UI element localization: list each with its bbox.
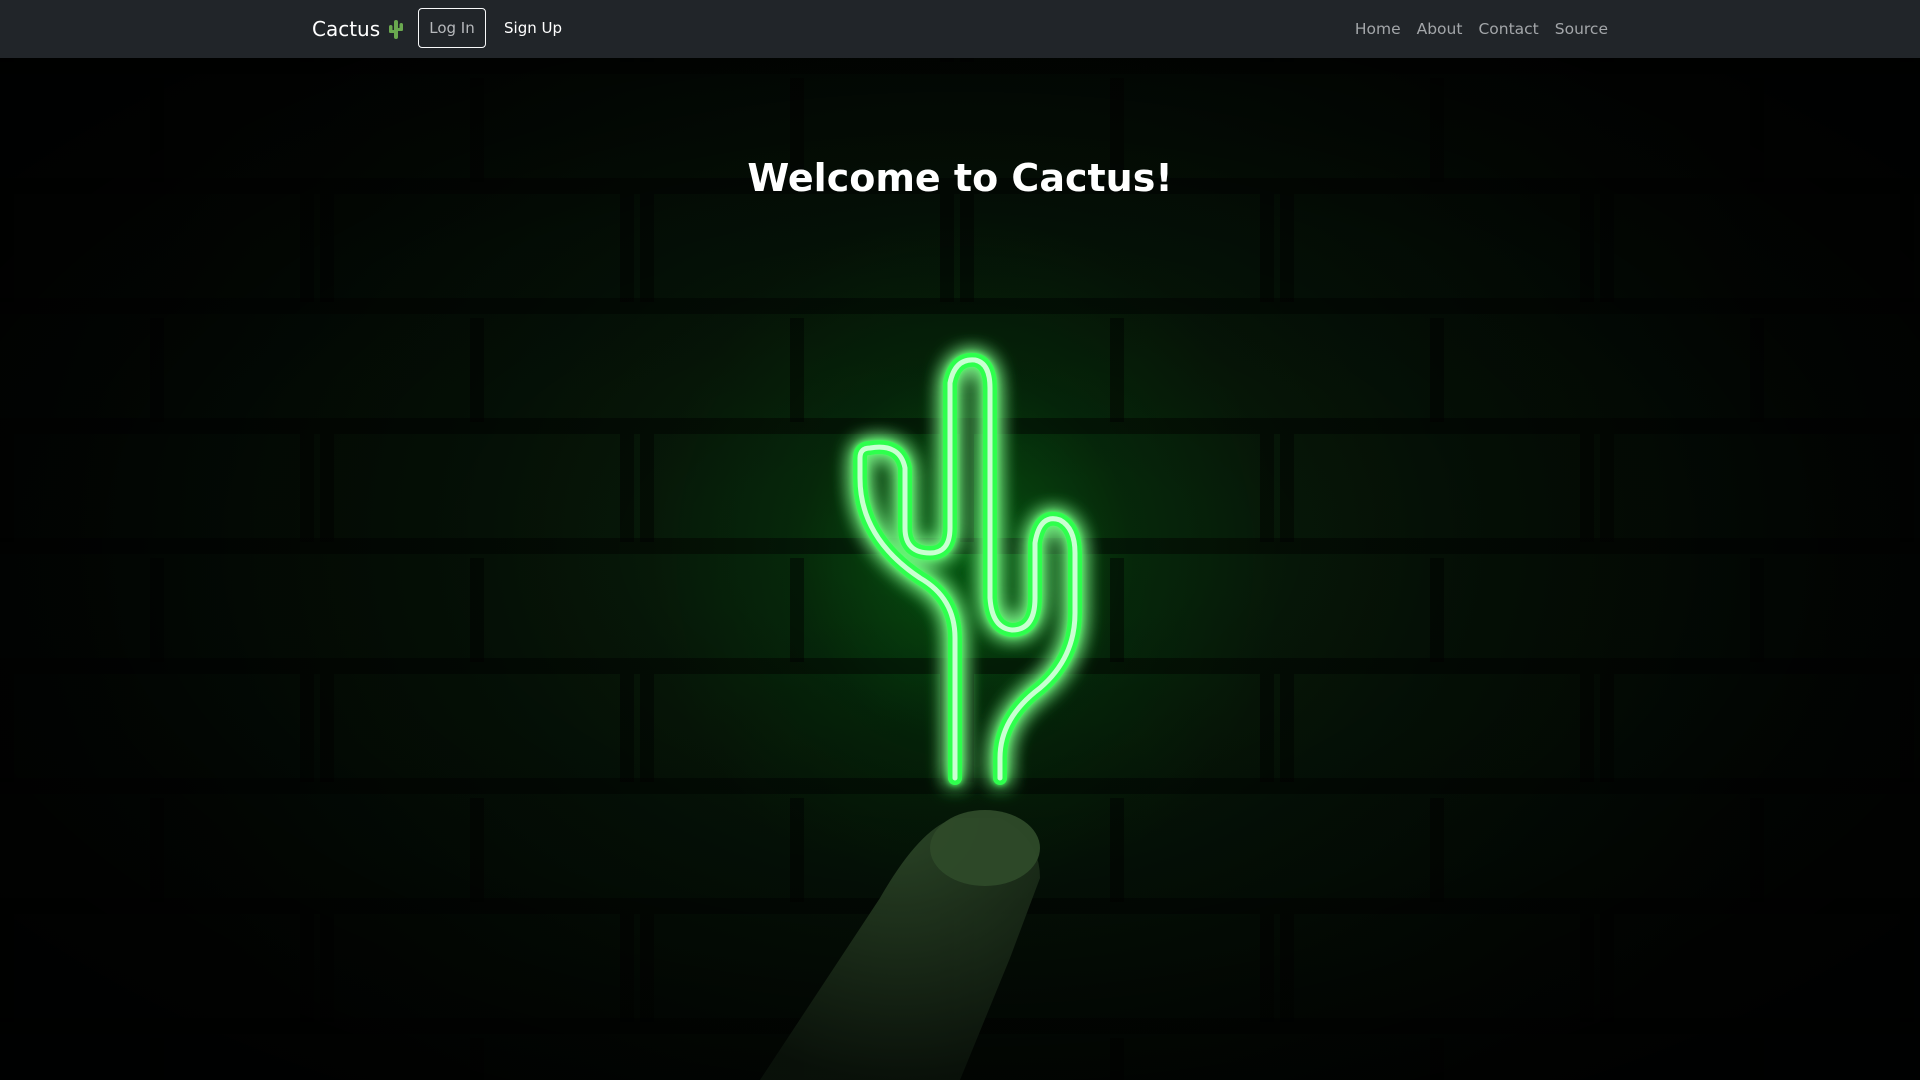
signup-button[interactable]: Sign Up xyxy=(496,8,570,48)
nav-link-about[interactable]: About xyxy=(1417,20,1463,38)
nav-link-home[interactable]: Home xyxy=(1355,20,1401,38)
nav-link-contact[interactable]: Contact xyxy=(1478,20,1538,38)
hero-title: Welcome to Cactus! xyxy=(747,156,1173,200)
hero-section: Welcome to Cactus! xyxy=(0,58,1920,1080)
neon-cactus-sign xyxy=(853,352,1082,785)
nav-link-source[interactable]: Source xyxy=(1555,20,1608,38)
nav-links: Home About Contact Source xyxy=(1355,0,1608,58)
brand-label: Cactus xyxy=(312,17,381,41)
top-navbar: Cactus Log In Sign Up Home About Contact… xyxy=(0,0,1920,58)
cactus-icon xyxy=(387,18,405,40)
login-button[interactable]: Log In xyxy=(418,8,486,48)
brand-link[interactable]: Cactus xyxy=(312,16,405,42)
